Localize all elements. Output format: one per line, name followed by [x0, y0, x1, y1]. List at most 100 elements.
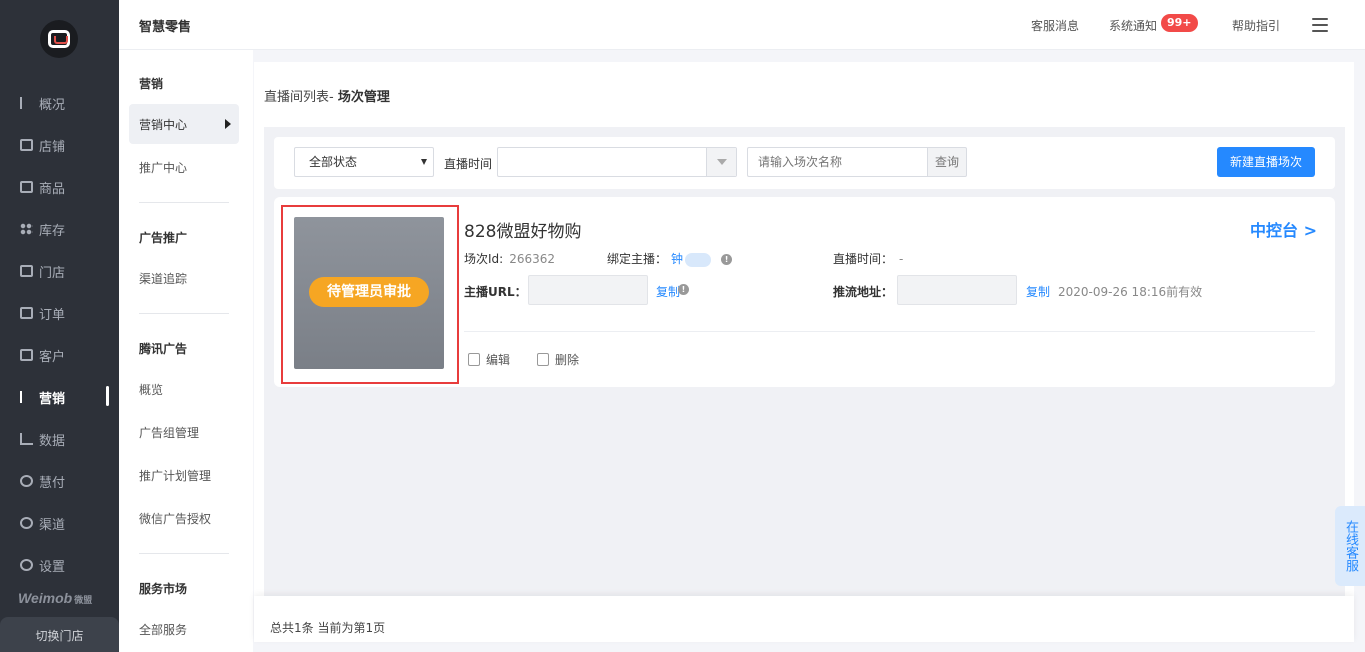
pagination: 总共1条 当前为第1页: [254, 596, 1354, 642]
subnav-section-title: 服务市场: [139, 582, 188, 596]
app-logo[interactable]: [40, 20, 78, 58]
brand-logo: Weimob 微盟: [18, 590, 93, 606]
data-icon: [20, 433, 33, 445]
copy-anchor-url-button[interactable]: 复制: [656, 283, 680, 300]
breadcrumb-current: 场次管理: [337, 90, 390, 105]
sidebar-item-data[interactable]: 数据: [0, 418, 119, 460]
goods-icon: [20, 181, 33, 193]
sidebar-item-label: 设置: [39, 559, 66, 575]
chevron-down-icon: [421, 159, 427, 165]
live-time-label: 直播时间: [444, 157, 493, 171]
secondary-sidebar: 营销 营销中心 推广中心 广告推广 渠道追踪 腾讯广告 概览 广告组管理 推广计…: [119, 50, 253, 652]
edit-button[interactable]: 编辑: [468, 351, 510, 368]
push-url-label: 推流地址：: [833, 285, 894, 299]
overview-icon: [20, 97, 33, 109]
switch-store-button[interactable]: 切换门店: [0, 617, 119, 652]
push-url-expiry: 2020-09-26 18:16前有效: [1058, 285, 1203, 299]
anchor-url-field[interactable]: [528, 275, 648, 305]
sidebar-item-order[interactable]: 订单: [0, 292, 119, 334]
edit-icon: [468, 353, 480, 366]
anchor-name[interactable]: 钟: [671, 252, 683, 266]
session-list-area: 全部状态 直播时间 查询 新建直播场次 待管理员审批 828微盟好物购 中控台 …: [264, 127, 1345, 597]
sidebar-item-label: 门店: [39, 265, 66, 281]
sidebar-item-marketing[interactable]: 营销: [0, 376, 119, 418]
notice-badge: 99+: [1161, 14, 1198, 32]
session-name-search-input[interactable]: [747, 147, 927, 177]
subnav-section-title: 广告推广: [139, 231, 188, 245]
new-live-session-button[interactable]: 新建直播场次: [1217, 147, 1315, 177]
anchor-avatar: [685, 252, 712, 267]
main-content: 直播间列表- 场次管理 全部状态 直播时间 查询 新建直播场次 待管理员审批 8…: [254, 62, 1354, 642]
push-url-field[interactable]: [897, 275, 1017, 305]
sidebar-item-pay[interactable]: 慧付: [0, 460, 119, 502]
info-icon[interactable]: !: [678, 284, 689, 295]
live-session-card: 待管理员审批 828微盟好物购 中控台 > 场次Id: 266362 绑定主播：钟…: [274, 197, 1335, 387]
search-button[interactable]: 查询: [927, 147, 967, 177]
subnav-item-wechat-auth[interactable]: 微信广告授权: [129, 498, 239, 538]
order-icon: [20, 307, 33, 319]
sidebar-item-goods[interactable]: 商品: [0, 166, 119, 208]
stock-icon: [20, 223, 33, 235]
sidebar-item-label: 库存: [39, 223, 66, 239]
subnav-section-title: 腾讯广告: [139, 342, 188, 356]
subnav-item-all-services[interactable]: 全部服务: [129, 609, 239, 649]
subnav-item-overview[interactable]: 概览: [129, 369, 239, 409]
sidebar-item-store[interactable]: 门店: [0, 250, 119, 292]
divider: [464, 331, 1315, 332]
sidebar-item-customer[interactable]: 客户: [0, 334, 119, 376]
sidebar-item-label: 店铺: [39, 139, 66, 155]
subnav-item-marketing-center[interactable]: 营销中心: [129, 104, 239, 144]
subnav-item-ad-group[interactable]: 广告组管理: [129, 412, 239, 452]
sidebar-item-overview[interactable]: 概况: [0, 82, 119, 124]
channel-icon: [20, 517, 33, 529]
customer-icon: [20, 349, 33, 361]
hamburger-menu-icon[interactable]: [1312, 18, 1328, 32]
info-icon[interactable]: !: [721, 254, 733, 265]
service-messages-link[interactable]: 客服消息: [1031, 17, 1079, 34]
sidebar-item-label: 商品: [39, 181, 66, 197]
sidebar-item-settings[interactable]: 设置: [0, 544, 119, 586]
sidebar-item-label: 慧付: [39, 475, 66, 491]
subnav-item-plan[interactable]: 推广计划管理: [129, 455, 239, 495]
top-header: 智慧零售 客服消息 系统通知 99+ 帮助指引: [119, 0, 1365, 50]
subnav-item-promotion-center[interactable]: 推广中心: [129, 147, 239, 187]
pending-approval-tag: 待管理员审批: [309, 277, 429, 307]
help-link[interactable]: 帮助指引: [1232, 17, 1280, 34]
pagination-summary: 总共1条 当前为第1页: [270, 621, 386, 635]
live-cover-image[interactable]: 待管理员审批: [294, 217, 444, 369]
sidebar-item-label: 数据: [39, 433, 66, 449]
app-title: 智慧零售: [139, 20, 192, 35]
status-select[interactable]: 全部状态: [294, 147, 434, 177]
anchor-url-label: 主播URL：: [464, 285, 527, 299]
delete-button[interactable]: 删除: [537, 351, 579, 368]
tv-logo-icon: [48, 30, 70, 48]
breadcrumb-parent[interactable]: 直播间列表-: [264, 90, 334, 105]
trash-icon: [537, 353, 549, 366]
sidebar-item-channel[interactable]: 渠道: [0, 502, 119, 544]
divider: [139, 553, 229, 554]
sidebar-item-label: 渠道: [39, 517, 66, 533]
console-link[interactable]: 中控台 >: [1250, 217, 1317, 241]
sidebar-item-shop[interactable]: 店铺: [0, 124, 119, 166]
main-sidebar: 概况 店铺 商品 库存 门店 订单 客户 营销 数据 慧付 渠道 设置 Weim…: [0, 0, 119, 652]
live-title: 828微盟好物购: [464, 222, 582, 242]
live-time-picker[interactable]: [497, 147, 737, 177]
sidebar-item-label: 营销: [39, 391, 66, 407]
sidebar-item-stock[interactable]: 库存: [0, 208, 119, 250]
online-service-button[interactable]: 在线客服: [1335, 506, 1365, 586]
live-time: 直播时间： -: [833, 252, 904, 266]
divider: [139, 313, 229, 314]
copy-push-url-button[interactable]: 复制: [1026, 283, 1050, 300]
sidebar-item-label: 订单: [39, 307, 66, 323]
session-id: 场次Id: 266362: [464, 252, 556, 266]
bound-anchor: 绑定主播：钟!: [607, 250, 733, 267]
shop-icon: [20, 139, 33, 151]
breadcrumb: 直播间列表- 场次管理: [264, 86, 390, 105]
dropdown-arrow-icon[interactable]: [706, 148, 736, 176]
system-notice-link[interactable]: 系统通知: [1109, 17, 1157, 34]
settings-icon: [20, 559, 33, 571]
marketing-icon: [20, 391, 33, 403]
subnav-item-channel-tracking[interactable]: 渠道追踪: [129, 258, 239, 298]
sidebar-item-label: 客户: [39, 349, 66, 365]
caret-right-icon: [225, 119, 231, 129]
